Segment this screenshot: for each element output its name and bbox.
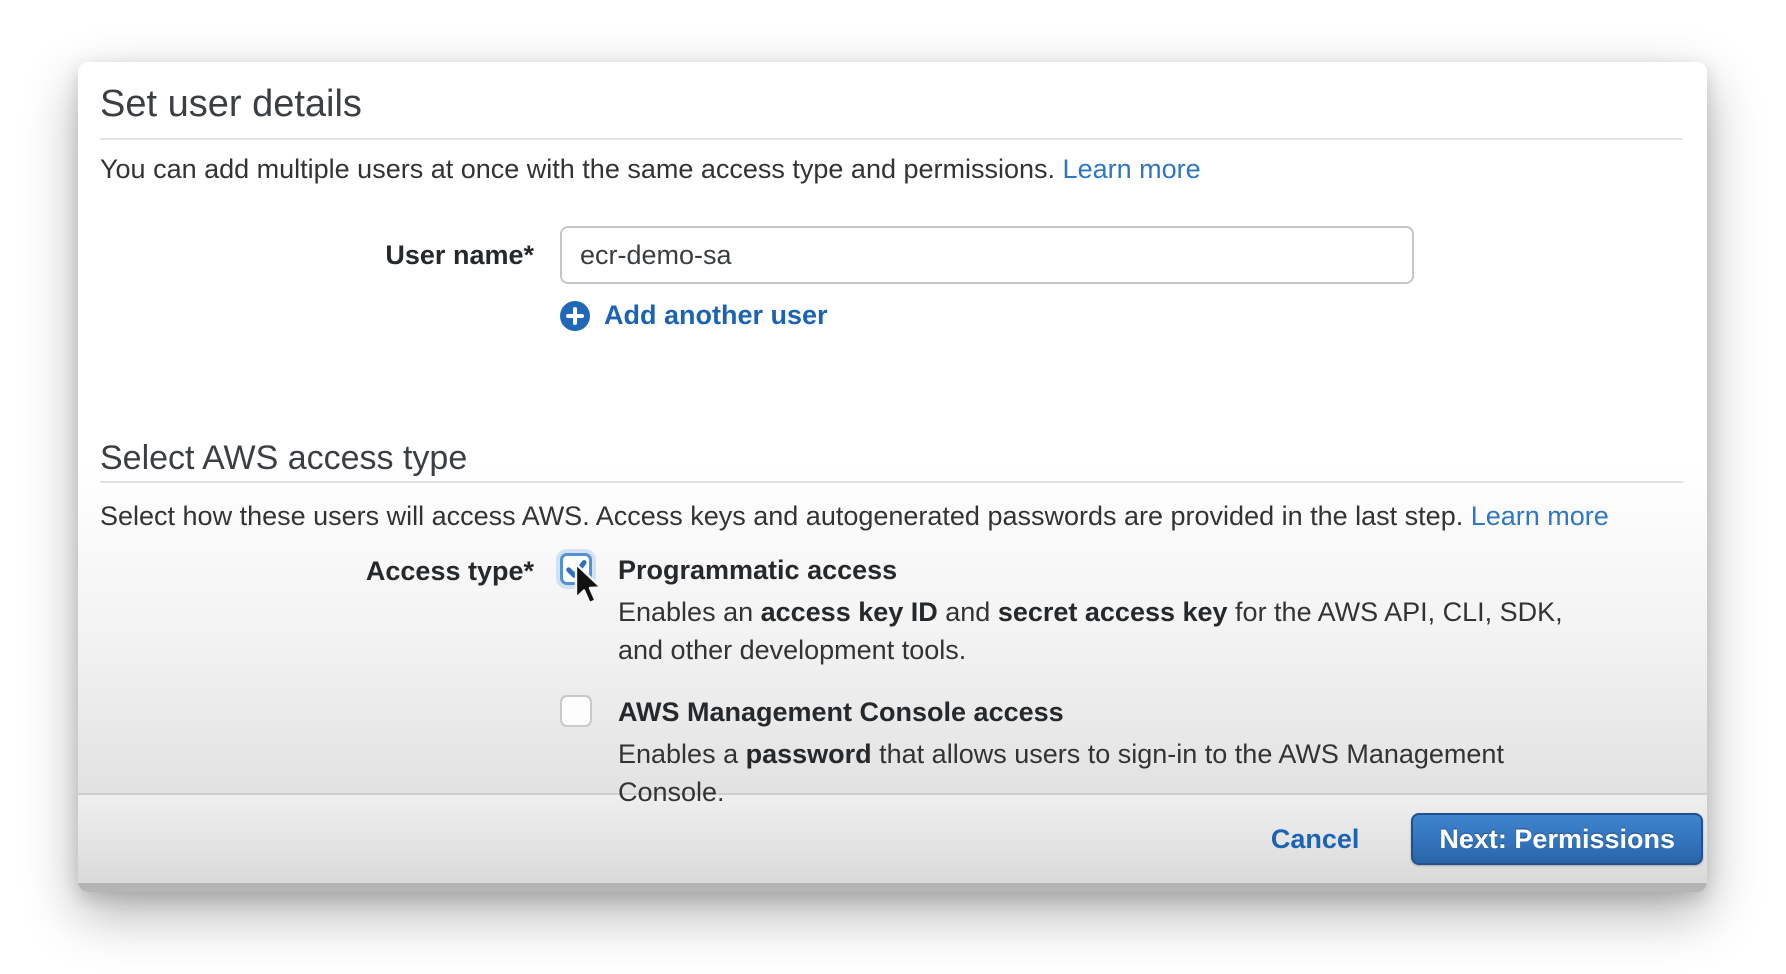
access-type-section-title: Select AWS access type [100, 435, 1683, 481]
page-title: Set user details [100, 82, 1683, 126]
console-access-title[interactable]: AWS Management Console access [618, 695, 1598, 729]
learn-more-link-user-details[interactable]: Learn more [1063, 154, 1201, 184]
panel-content: Set user details You can add multiple us… [78, 62, 1707, 793]
desc-text: and [938, 597, 998, 627]
panel-bottom-edge [78, 883, 1707, 892]
cancel-button[interactable]: Cancel [1271, 824, 1360, 855]
programmatic-access-title[interactable]: Programmatic access [618, 553, 1598, 587]
access-type-label: Access type* [100, 553, 560, 588]
screen: { "user_details": { "heading": "Set user… [0, 0, 1786, 974]
plus-circle-icon [560, 301, 590, 331]
programmatic-access-checkbox[interactable] [560, 553, 592, 585]
console-access-checkbox[interactable] [560, 695, 592, 727]
add-another-user[interactable]: Add another user [560, 300, 1683, 331]
username-row: User name* [100, 226, 1683, 284]
username-label: User name* [100, 226, 560, 284]
desc-bold: password [746, 739, 872, 769]
access-type-intro: Select how these users will access AWS. … [100, 497, 1683, 535]
divider [100, 138, 1683, 140]
add-another-user-label[interactable]: Add another user [604, 300, 828, 331]
console-access-description: Enables a password that allows users to … [618, 735, 1598, 811]
access-type-intro-text: Select how these users will access AWS. … [100, 501, 1463, 531]
access-type-options: Programmatic access Enables an access ke… [560, 553, 1598, 811]
option-programmatic-access: Programmatic access Enables an access ke… [560, 553, 1598, 669]
learn-more-link-access-type[interactable]: Learn more [1471, 501, 1609, 531]
next-permissions-button[interactable]: Next: Permissions [1411, 813, 1703, 865]
set-user-details-panel: Set user details You can add multiple us… [78, 62, 1707, 892]
programmatic-access-description: Enables an access key ID and secret acce… [618, 593, 1598, 669]
option-console-access: AWS Management Console access Enables a … [560, 695, 1598, 811]
programmatic-access-text: Programmatic access Enables an access ke… [618, 553, 1598, 669]
console-access-text: AWS Management Console access Enables a … [618, 695, 1598, 811]
checkmark-icon [563, 556, 589, 582]
desc-text: Enables a [618, 739, 746, 769]
user-details-intro-text: You can add multiple users at once with … [100, 154, 1055, 184]
access-type-row: Access type* Programmatic access Enables… [100, 553, 1683, 811]
user-details-intro: You can add multiple users at once with … [100, 150, 1683, 188]
desc-bold: access key ID [761, 597, 938, 627]
divider [100, 481, 1683, 483]
desc-text: Enables an [618, 597, 761, 627]
desc-bold: secret access key [998, 597, 1228, 627]
username-input[interactable] [560, 226, 1414, 284]
